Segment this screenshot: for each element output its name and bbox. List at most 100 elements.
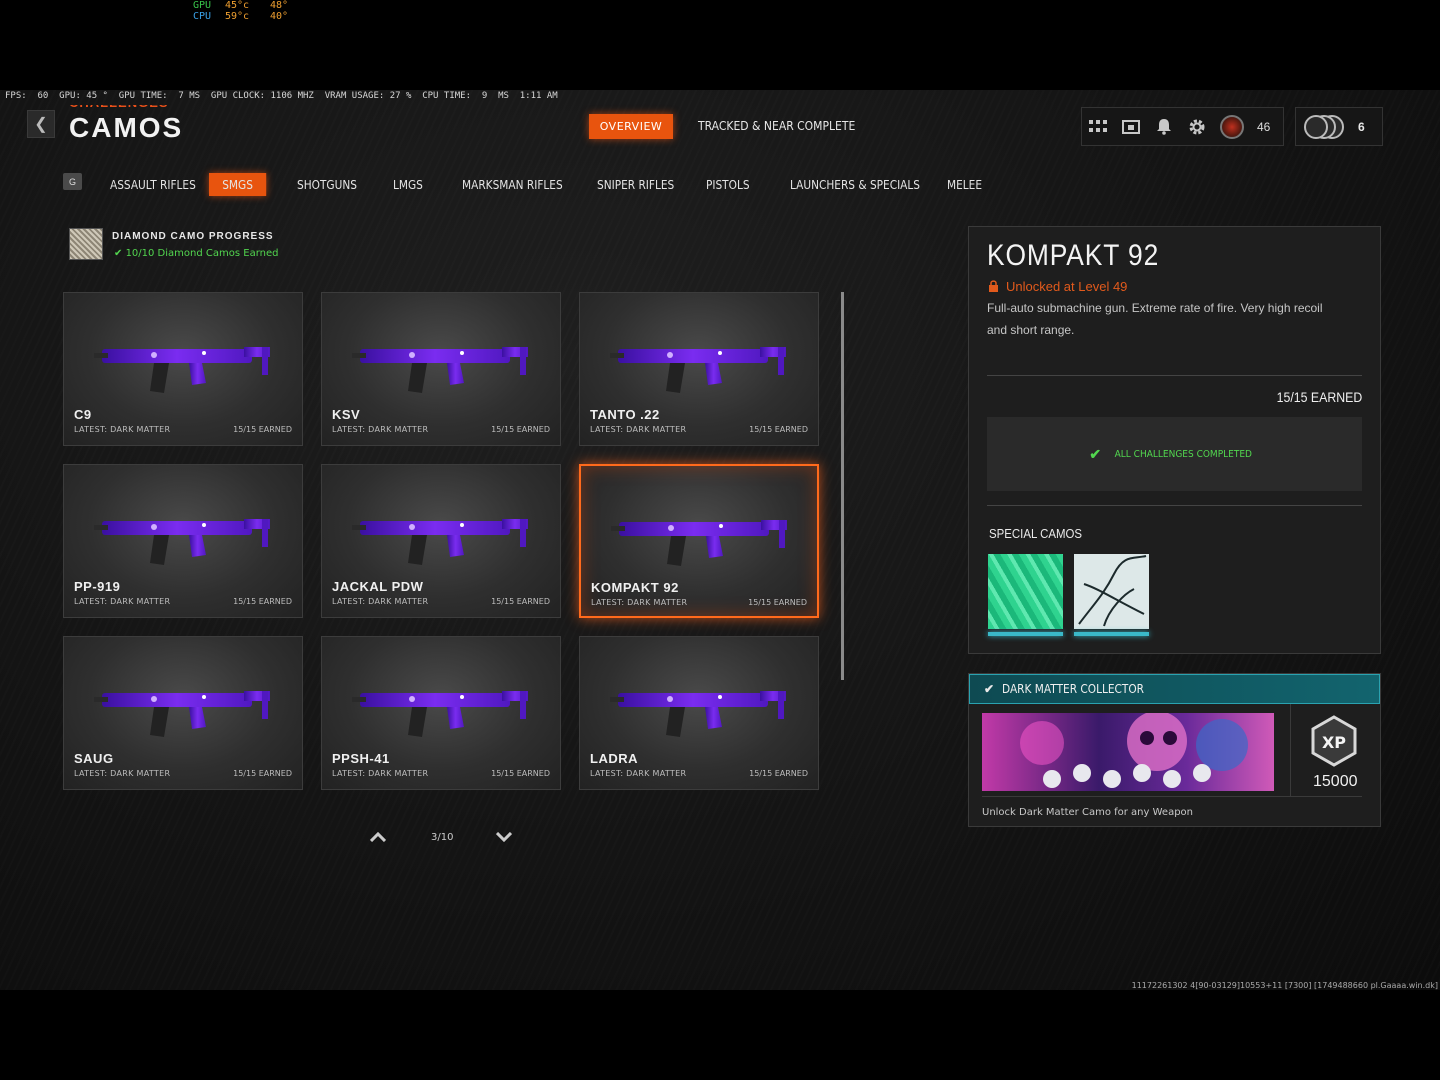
special-camo-green[interactable] [988,554,1063,629]
weapon-latest-camo: LATEST: DARK MATTER [591,598,688,607]
weapon-card[interactable]: SAUG LATEST: DARK MATTER 15/15 EARNED [63,636,303,790]
weapon-earned-count: 15/15 EARNED [749,425,808,434]
weapon-latest-camo: LATEST: DARK MATTER [590,425,687,434]
special-camos-title: SPECIAL CAMOS [989,526,1083,541]
diamond-progress-title: DIAMOND CAMO PROGRESS [112,231,274,242]
check-icon: ✔ [1089,445,1102,462]
xp-badge-icon: XP [1310,715,1358,767]
weapon-name: TANTO .22 [590,407,660,422]
weapon-earned-count: 15/15 EARNED [491,597,550,606]
weapon-earned-count: 15/15 EARNED [491,769,550,778]
chevron-left-icon: ❮ [34,116,48,133]
weapon-card[interactable]: TANTO .22 LATEST: DARK MATTER 15/15 EARNED [579,292,819,446]
category-melee[interactable]: MELEE [947,173,982,196]
cpu-val2: 40° [270,11,289,22]
weapon-name: KSV [332,407,361,422]
weapon-detail-panel: KOMPAKT 92 Unlocked at Level 49 Full-aut… [968,226,1381,654]
weapon-card[interactable]: KSV LATEST: DARK MATTER 15/15 EARNED [321,292,561,446]
weapon-name: C9 [74,407,92,422]
weapon-image [94,347,270,393]
scrollbar[interactable] [841,292,844,680]
reward-banner-image [982,713,1274,791]
detail-weapon-name: KOMPAKT 92 [987,239,1160,272]
back-button[interactable]: ❮ [27,110,55,138]
cpu-label: CPU [193,11,212,22]
weapon-latest-camo: LATEST: DARK MATTER [74,597,171,606]
bell-icon[interactable] [1154,117,1174,137]
tab-overview[interactable]: OVERVIEW [589,114,673,139]
page-down-chevron-icon[interactable] [496,830,512,844]
rank-badge-icon[interactable] [1220,114,1244,139]
weapon-image [610,347,786,393]
weapon-image [352,691,528,737]
category-pistols[interactable]: PISTOLS [706,173,750,196]
gpu-temp: 45°c [225,0,250,11]
gear-icon[interactable] [1187,117,1207,137]
challenges-status-box[interactable]: ✔ ALL CHALLENGES COMPLETED [987,417,1362,491]
weapon-earned-count: 15/15 EARNED [233,769,292,778]
weapon-image [352,519,528,565]
category-smgs[interactable]: SMGS [209,173,267,196]
weapon-latest-camo: LATEST: DARK MATTER [332,425,429,434]
prestige-box[interactable]: 6 [1295,107,1383,146]
weapon-image [94,691,270,737]
divider [982,796,1362,797]
tab-tracked[interactable]: TRACKED & NEAR COMPLETE [698,119,855,133]
gpu-label: GPU [193,0,212,11]
category-shotguns[interactable]: SHOTGUNS [297,173,357,196]
weapon-earned-count: 15/15 EARNED [233,597,292,606]
game-screen: ❮ CHALLENGES CAMOS OVERVIEW TRACKED & NE… [0,90,1440,990]
weapon-name: PPSH-41 [332,751,390,766]
weapon-card[interactable]: C9 LATEST: DARK MATTER 15/15 EARNED [63,292,303,446]
weapon-card[interactable]: JACKAL PDW LATEST: DARK MATTER 15/15 EARNE… [321,464,561,618]
weapon-name: SAUG [74,751,114,766]
weapon-card[interactable]: PPSH-41 LATEST: DARK MATTER 15/15 EARNED [321,636,561,790]
weapon-latest-camo: LATEST: DARK MATTER [332,769,429,778]
category-lmgs[interactable]: LMGS [393,173,423,196]
challenges-status-text: ALL CHALLENGES COMPLETED [1114,448,1253,460]
weapon-image [94,519,270,565]
cpu-temp: 59°c [225,11,250,22]
performance-overlay: FPS: 60 GPU: 45 ° GPU TIME: 7 MS GPU CLO… [5,91,558,101]
player-level: 46 [1257,119,1271,134]
diamond-progress-text: 10/10 Diamond Camos Earned [125,248,279,259]
category-marksman-rifles[interactable]: MARKSMAN RIFLES [462,173,563,196]
page-up-chevron-icon[interactable] [370,830,386,844]
weapon-name: PP-919 [74,579,121,594]
xp-badge-text: XP [1322,733,1346,752]
weapon-card[interactable]: LADRA LATEST: DARK MATTER 15/15 EARNED [579,636,819,790]
camo-progress-bar [988,632,1063,636]
weapon-card[interactable]: KOMPAKT 92 LATEST: DARK MATTER 15/15 EARNE… [579,464,819,618]
divider [987,375,1362,376]
weapon-earned-count: 15/15 EARNED [749,769,808,778]
reward-title: DARK MATTER COLLECTOR [1002,682,1145,696]
check-icon: ✔ [984,682,995,696]
detail-earned-count: 15/15 EARNED [1276,389,1362,405]
weapon-latest-camo: LATEST: DARK MATTER [332,597,429,606]
category-launchers-specials[interactable]: LAUNCHERS & SPECIALS [790,173,920,196]
category-sniper-rifles[interactable]: SNIPER RIFLES [597,173,674,196]
weapon-image [610,691,786,737]
prestige-icon [1304,114,1350,140]
divider [987,505,1362,506]
divider [1290,704,1291,796]
page-title: CAMOS [69,112,184,143]
weapon-earned-count: 15/15 EARNED [233,425,292,434]
weapon-earned-count: 15/15 EARNED [748,598,807,607]
detail-description: Full-auto submachine gun. Extreme rate o… [987,301,1323,337]
reward-description: Unlock Dark Matter Camo for any Weapon [982,807,1193,818]
special-camo-thorns[interactable] [1074,554,1149,629]
build-string: 11172261302 4[90-03129]10553+11 [7300] [… [1131,981,1438,990]
store-icon[interactable] [1121,117,1141,137]
weapon-image [611,520,787,566]
reward-xp-amount: 15000 [1313,773,1358,790]
diamond-camo-thumbnail [69,228,103,260]
category-assault-rifles[interactable]: ASSAULT RIFLES [110,173,196,196]
hardware-monitor-overlay: GPU 45°c 48° CPU 59°c 40° [193,0,315,22]
key-hint-g: G [63,173,82,190]
weapon-card[interactable]: PP-919 LATEST: DARK MATTER 15/15 EARNED [63,464,303,618]
weapon-name: KOMPAKT 92 [591,580,679,595]
weapon-name: LADRA [590,751,638,766]
reward-card[interactable]: ✔ DARK MATTER COLLECTOR XP 15000 Unlock … [968,673,1381,827]
apps-grid-icon[interactable] [1088,117,1108,137]
